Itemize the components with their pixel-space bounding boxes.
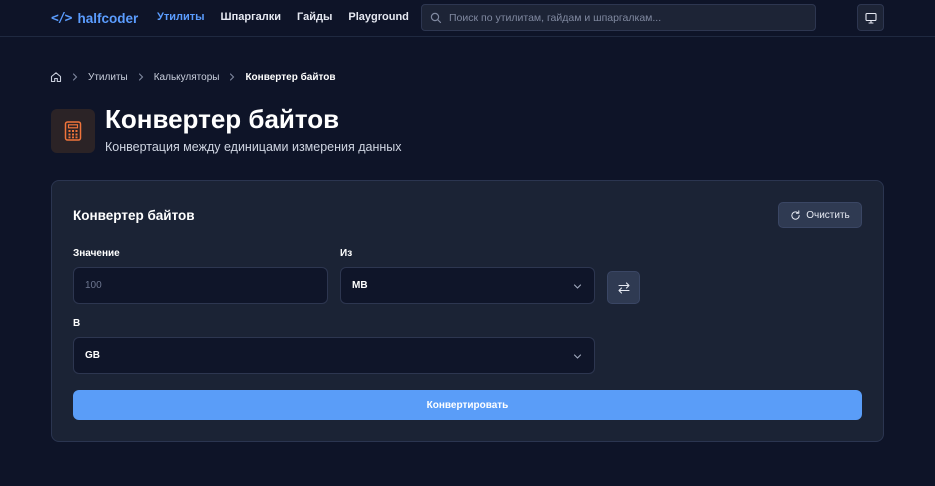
- clear-button-label: Очистить: [806, 209, 850, 221]
- from-unit-value: MB: [352, 280, 368, 291]
- breadcrumb-current: Конвертер байтов: [245, 71, 336, 83]
- value-input[interactable]: [74, 268, 327, 303]
- swap-arrows-icon: [617, 281, 630, 294]
- main-nav: Утилиты Шпаргалки Гайды Playground: [157, 10, 425, 24]
- page-subtitle: Конвертация между единицами измерения да…: [105, 140, 402, 154]
- top-navbar: </> halfcoder Утилиты Шпаргалки Гайды Pl…: [0, 0, 935, 37]
- to-unit-select[interactable]: GB: [73, 337, 595, 374]
- home-icon[interactable]: [50, 71, 62, 83]
- page-title: Конвертер байтов: [105, 104, 340, 134]
- search-input[interactable]: [449, 5, 809, 30]
- from-unit-select[interactable]: MB: [340, 267, 595, 304]
- clear-button[interactable]: Очистить: [778, 202, 862, 228]
- from-label: Из: [340, 248, 353, 259]
- breadcrumb-item-utilities[interactable]: Утилиты: [88, 72, 128, 83]
- chevron-down-icon: [573, 284, 582, 289]
- converter-card: Конвертер байтов Очистить Значение Из MB…: [51, 180, 884, 442]
- convert-button[interactable]: Конвертировать: [73, 390, 862, 420]
- search-icon: [430, 12, 442, 24]
- card-title: Конвертер байтов: [73, 208, 195, 223]
- swap-units-button[interactable]: [607, 271, 640, 304]
- to-label: В: [73, 318, 81, 329]
- page-icon: [51, 109, 95, 153]
- breadcrumb: Утилиты Калькуляторы Конвертер байтов: [50, 70, 336, 84]
- code-icon: </>: [51, 10, 73, 26]
- nav-item-guides[interactable]: Гайды: [297, 10, 332, 24]
- refresh-icon: [791, 209, 800, 220]
- monitor-icon: [864, 12, 877, 24]
- nav-item-playground[interactable]: Playground: [348, 10, 409, 24]
- chevron-right-icon: [137, 73, 145, 81]
- calculator-icon: [64, 121, 82, 141]
- nav-item-cheatsheets[interactable]: Шпаргалки: [221, 10, 282, 24]
- logo[interactable]: </> halfcoder: [51, 9, 138, 27]
- search-box[interactable]: [421, 4, 816, 31]
- value-label: Значение: [73, 248, 120, 259]
- chevron-right-icon: [228, 73, 236, 81]
- chevron-right-icon: [71, 73, 79, 81]
- chevron-down-icon: [573, 354, 582, 359]
- breadcrumb-item-calculators[interactable]: Калькуляторы: [154, 72, 220, 83]
- logo-text: halfcoder: [77, 10, 139, 26]
- nav-item-utilities[interactable]: Утилиты: [157, 10, 205, 24]
- theme-toggle-button[interactable]: [857, 4, 884, 31]
- to-unit-value: GB: [85, 350, 100, 361]
- value-field[interactable]: [73, 267, 328, 304]
